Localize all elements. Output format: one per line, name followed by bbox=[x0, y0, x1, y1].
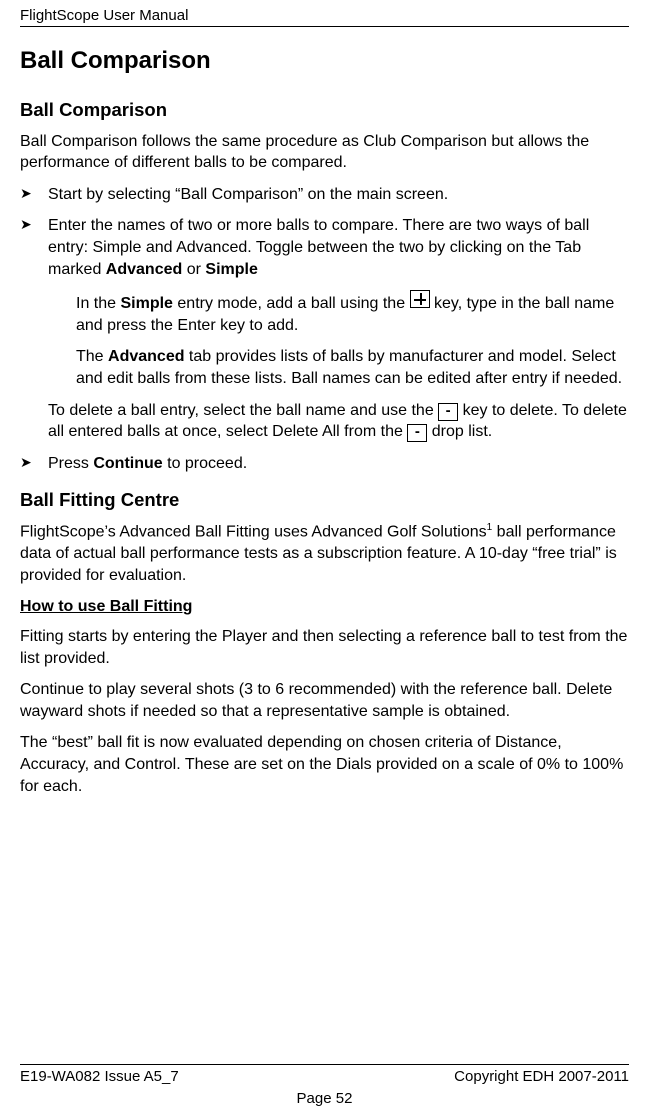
fitting-paragraph: Continue to play several shots (3 to 6 r… bbox=[20, 679, 629, 722]
bullet-text: Enter the names of two or more balls to … bbox=[48, 215, 627, 280]
bold-text: Simple bbox=[205, 261, 257, 278]
detail-paragraph: In the Simple entry mode, add a ball usi… bbox=[20, 290, 629, 336]
page-title: Ball Comparison bbox=[20, 45, 629, 77]
text-span: To delete a ball entry, select the ball … bbox=[48, 402, 438, 419]
intro-paragraph: Ball Comparison follows the same procedu… bbox=[20, 131, 629, 174]
fitting-paragraph: Fitting starts by entering the Player an… bbox=[20, 626, 629, 669]
bullet-marker: ➤ bbox=[20, 453, 48, 472]
bold-text: Simple bbox=[120, 295, 172, 312]
text-span: The bbox=[76, 348, 108, 365]
manual-title: FlightScope User Manual bbox=[20, 7, 188, 24]
bullet-item: ➤ Press Continue to proceed. bbox=[20, 453, 629, 475]
detail-paragraph: To delete a ball entry, select the ball … bbox=[20, 400, 629, 443]
bullet-marker: ➤ bbox=[20, 215, 48, 234]
bullet-text: Press Continue to proceed. bbox=[48, 453, 627, 475]
page-footer: E19-WA082 Issue A5_7 Copyright EDH 2007-… bbox=[20, 1064, 629, 1110]
plus-key-icon bbox=[410, 290, 430, 308]
text-span: Press bbox=[48, 455, 93, 472]
section-heading-ball-comparison: Ball Comparison bbox=[20, 98, 629, 123]
page-body: Ball Comparison Ball Comparison Ball Com… bbox=[20, 45, 629, 797]
minus-key-icon: - bbox=[438, 403, 458, 421]
subsection-heading: How to use Ball Fitting bbox=[20, 596, 629, 618]
text-span: FlightScope’s Advanced Ball Fitting uses… bbox=[20, 524, 487, 541]
fitting-paragraph: The “best” ball fit is now evaluated dep… bbox=[20, 732, 629, 797]
footer-center: Page 52 bbox=[20, 1089, 629, 1109]
page-header: FlightScope User Manual bbox=[20, 0, 629, 27]
bullet-text: Start by selecting “Ball Comparison” on … bbox=[48, 184, 627, 206]
text-span: drop list. bbox=[427, 423, 492, 440]
detail-paragraph: The Advanced tab provides lists of balls… bbox=[20, 346, 629, 389]
footer-right: Copyright EDH 2007-2011 bbox=[454, 1067, 629, 1087]
bold-text: Continue bbox=[93, 455, 162, 472]
minus-key-icon: - bbox=[407, 424, 427, 442]
text-span: to proceed. bbox=[163, 455, 248, 472]
footer-left: E19-WA082 Issue A5_7 bbox=[20, 1067, 179, 1087]
bold-text: Advanced bbox=[106, 261, 182, 278]
bold-text: Advanced bbox=[108, 348, 184, 365]
section-heading-fitting-centre: Ball Fitting Centre bbox=[20, 488, 629, 513]
bullet-item: ➤ Start by selecting “Ball Comparison” o… bbox=[20, 184, 629, 206]
text-span: entry mode, add a ball using the bbox=[173, 295, 410, 312]
bullet-item: ➤ Enter the names of two or more balls t… bbox=[20, 215, 629, 280]
fitting-paragraph: FlightScope’s Advanced Ball Fitting uses… bbox=[20, 521, 629, 586]
text-span: or bbox=[182, 261, 205, 278]
text-span: In the bbox=[76, 295, 120, 312]
bullet-marker: ➤ bbox=[20, 184, 48, 203]
